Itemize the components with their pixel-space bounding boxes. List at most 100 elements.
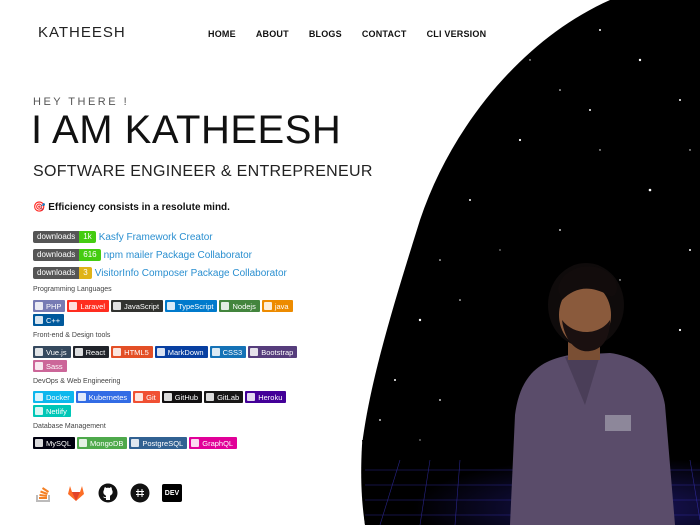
- skill-chip-label: Git: [146, 392, 156, 402]
- skill-chip: Kubernetes: [75, 391, 132, 403]
- skill-chip: GraphQL: [189, 437, 238, 449]
- skill-chip: Docker: [33, 391, 74, 403]
- skill-logo-icon: [79, 439, 88, 447]
- nav-about[interactable]: ABOUT: [256, 29, 289, 39]
- github-icon[interactable]: [97, 482, 119, 504]
- skill-chip: Nodejs: [219, 300, 260, 312]
- skill-chip-label: GitLab: [217, 392, 240, 402]
- badge-count: 1k: [79, 231, 96, 243]
- skill-logo-icon: [163, 393, 172, 401]
- skill-chip: MarkDown: [154, 346, 208, 358]
- skill-logo-icon: [191, 439, 200, 447]
- badge-label: downloads: [33, 249, 80, 261]
- skill-chip: Vue.js: [33, 346, 71, 358]
- dev-icon-text: DEV: [162, 484, 182, 502]
- skill-chip-label: TypeScript: [178, 301, 214, 311]
- skill-chip-label: CSS3: [222, 347, 243, 357]
- skill-chip: GitHub: [161, 391, 203, 403]
- skill-chip-label: GitHub: [174, 392, 199, 402]
- section-title-devops: DevOps & Web Engineering: [33, 378, 121, 385]
- skill-logo-icon: [74, 348, 83, 356]
- skill-chip-label: Netlify: [46, 406, 67, 416]
- nav-contact[interactable]: CONTACT: [362, 29, 407, 39]
- skill-chip: MongoDB: [77, 437, 128, 449]
- skill-chip: PostgreSQL: [129, 437, 188, 449]
- stackoverflow-icon[interactable]: [33, 482, 55, 504]
- skill-logo-icon: [247, 393, 256, 401]
- skill-chip-label: Heroku: [258, 392, 283, 402]
- nav-home[interactable]: HOME: [208, 29, 236, 39]
- dev-icon[interactable]: DEV: [161, 482, 183, 504]
- skill-logo-icon: [35, 393, 43, 401]
- skill-logo-icon: [211, 348, 220, 356]
- skill-chip: CSS3: [209, 346, 247, 358]
- greeting: HEY THERE !: [33, 96, 130, 108]
- nav-blogs[interactable]: BLOGS: [309, 29, 342, 39]
- skill-logo-icon: [35, 407, 43, 415]
- skill-logo-icon: [221, 302, 230, 310]
- section-title-languages: Programming Languages: [33, 286, 112, 293]
- skill-chip: PHP: [33, 300, 66, 312]
- download-row: downloads 616 npm mailer Package Collabo…: [33, 246, 287, 264]
- download-link[interactable]: Kasfy Framework Creator: [99, 232, 213, 243]
- badge-count: 3: [79, 267, 92, 279]
- skill-chip: GitLab: [204, 391, 244, 403]
- skill-logo-icon: [35, 439, 43, 447]
- skill-logo-icon: [131, 439, 140, 447]
- skill-logo-icon: [77, 393, 86, 401]
- downloads-badge: downloads 1k: [33, 231, 96, 243]
- download-row: downloads 1k Kasfy Framework Creator: [33, 228, 287, 246]
- skill-chip: JavaScript: [111, 300, 164, 312]
- skill-logo-icon: [35, 362, 43, 370]
- skill-chip: Heroku: [245, 391, 287, 403]
- nav-cli-version[interactable]: CLI VERSION: [427, 29, 487, 39]
- skill-chip-label: java: [274, 301, 289, 311]
- gitlab-icon[interactable]: [65, 482, 87, 504]
- skill-chip-label: GraphQL: [202, 438, 234, 448]
- skill-chip-label: HTML5: [124, 347, 149, 357]
- skill-chip-label: Vue.js: [46, 347, 67, 357]
- skill-chip-label: JavaScript: [124, 301, 160, 311]
- skill-chip: TypeScript: [165, 300, 218, 312]
- badge-label: downloads: [33, 267, 80, 279]
- page-title: I AM KATHEESH: [31, 108, 342, 152]
- download-link[interactable]: VisitorInfo Composer Package Collaborato…: [95, 268, 287, 279]
- skill-chip-label: PostgreSQL: [142, 438, 184, 448]
- badge-label: downloads: [33, 231, 80, 243]
- skill-chip: C++: [33, 314, 65, 326]
- skill-logo-icon: [69, 302, 78, 310]
- skill-chip-label: React: [85, 347, 106, 357]
- skill-chip-label: Sass: [46, 361, 63, 371]
- skill-chip-label: C++: [46, 315, 61, 325]
- skill-logo-icon: [263, 302, 272, 310]
- chips-languages: PHP Laravel JavaScript TypeScript Nodejs java…: [33, 300, 323, 326]
- skill-chip: HTML5: [111, 346, 153, 358]
- skill-chip-label: Nodejs: [232, 301, 256, 311]
- chips-database: MySQL MongoDB PostgreSQL GraphQL: [33, 437, 323, 449]
- skill-logo-icon: [35, 302, 43, 310]
- skill-chip-label: MarkDown: [167, 347, 204, 357]
- skill-chip-label: Laravel: [80, 301, 106, 311]
- section-title-database: Database Management: [33, 423, 106, 430]
- skill-chip-label: Bootstrap: [261, 347, 294, 357]
- skill-chip: Bootstrap: [248, 346, 298, 358]
- download-link[interactable]: npm mailer Package Collaborator: [104, 250, 252, 261]
- profile-photo: [510, 263, 675, 525]
- hashnode-icon[interactable]: [129, 482, 151, 504]
- skill-logo-icon: [167, 302, 176, 310]
- skill-logo-icon: [206, 393, 215, 401]
- skill-chip: Laravel: [67, 300, 110, 312]
- brand-logo[interactable]: KATHEESH: [38, 24, 126, 41]
- badge-count: 616: [79, 249, 101, 261]
- skill-chip: Sass: [33, 360, 67, 372]
- skill-chip-label: MySQL: [46, 438, 72, 448]
- downloads-badge: downloads 616: [33, 249, 101, 261]
- downloads-list: downloads 1k Kasfy Framework Creator dow…: [33, 228, 287, 282]
- skill-chip: React: [72, 346, 110, 358]
- skill-chip-label: MongoDB: [90, 438, 124, 448]
- skill-logo-icon: [250, 348, 259, 356]
- role-subtitle: SOFTWARE ENGINEER & ENTREPRENEUR: [33, 163, 373, 180]
- skill-logo-icon: [35, 348, 43, 356]
- social-links: DEV: [33, 482, 183, 504]
- main-nav: HOME ABOUT BLOGS CONTACT CLI VERSION: [208, 29, 506, 39]
